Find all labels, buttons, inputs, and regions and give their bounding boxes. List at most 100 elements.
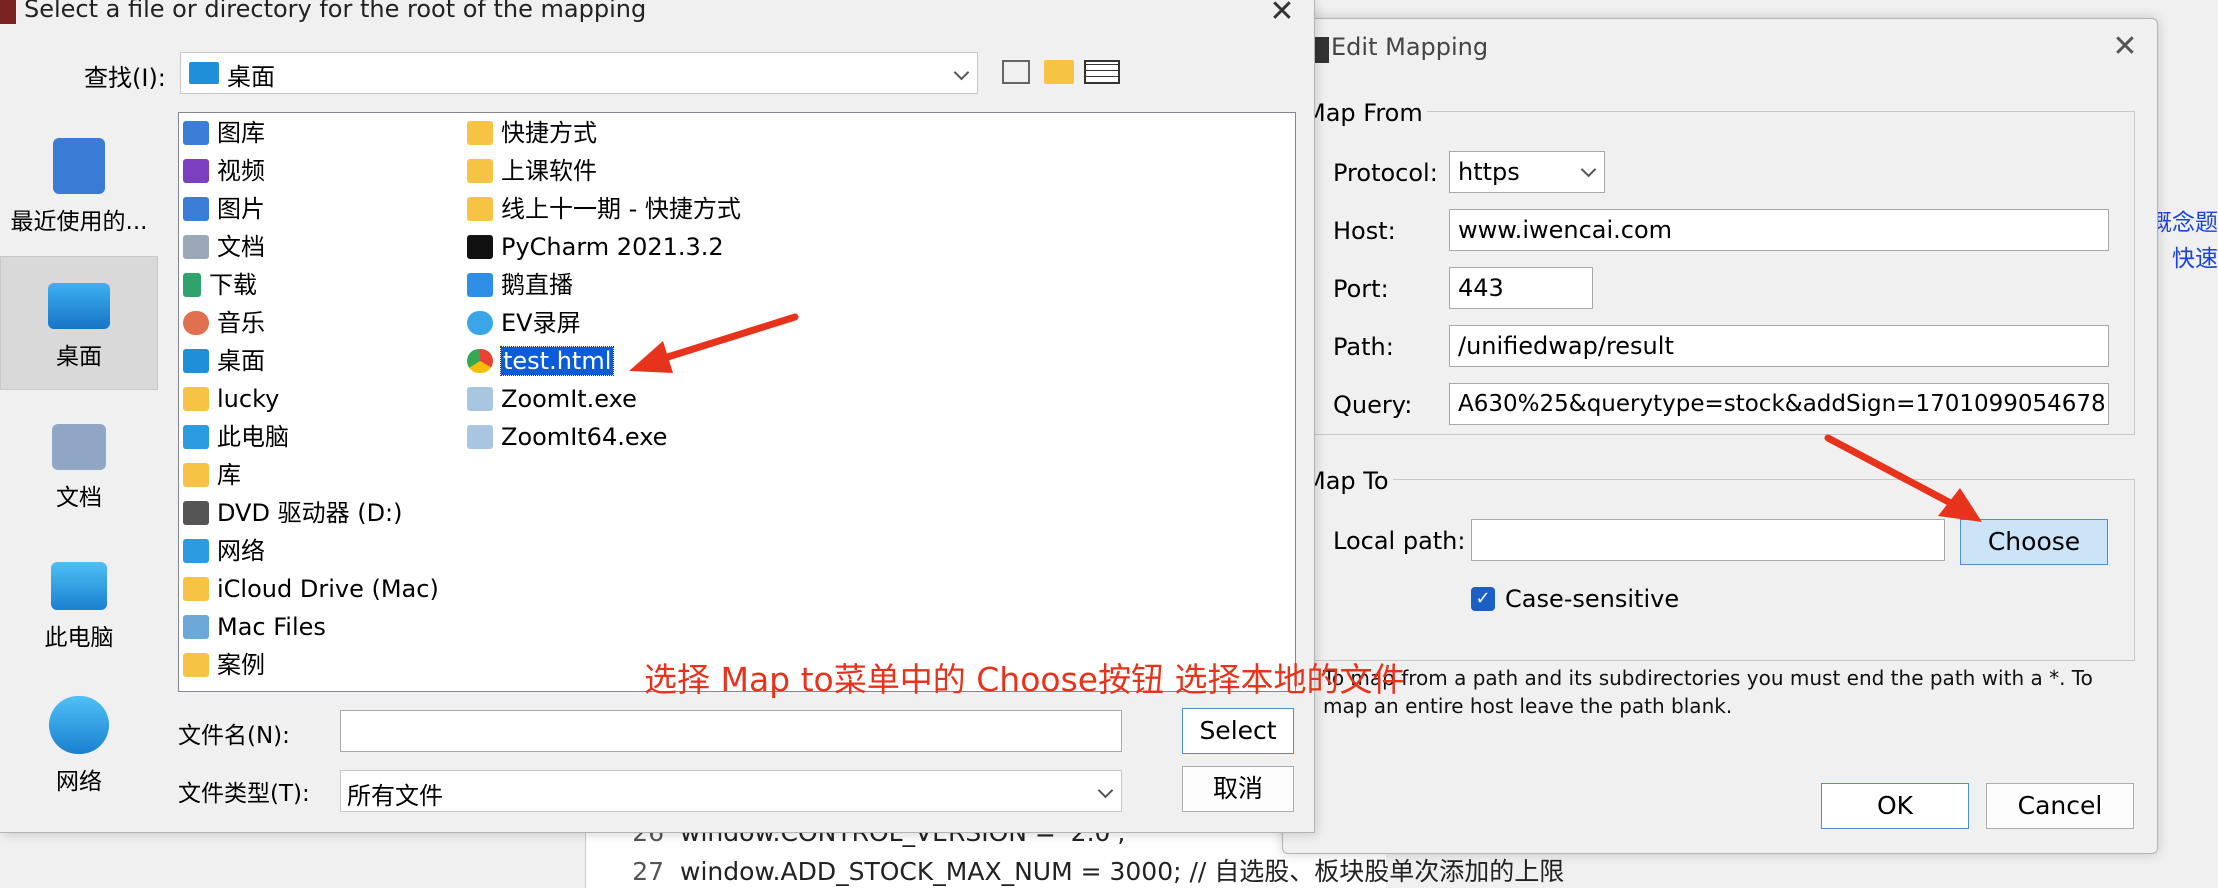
place-label: 最近使用的... (10, 209, 148, 235)
video-icon (183, 159, 209, 183)
file-list[interactable]: 图库 视频 图片 文档 下载 音乐 桌面 lucky 此电脑 库 DVD 驱动器… (178, 112, 1406, 699)
ok-button[interactable]: OK (1821, 783, 1969, 829)
place-label: 文档 (56, 485, 102, 511)
place-label: 此电脑 (44, 625, 114, 651)
map-from-label: Map From (1301, 99, 1427, 127)
list-item[interactable]: lucky (183, 381, 279, 415)
file-name: 案例 (217, 651, 265, 679)
list-item[interactable]: 快捷方式 (467, 115, 597, 149)
code-line: 27 window.ADD_STOCK_MAX_NUM = 3000; // 自选… (586, 852, 1586, 888)
computer-icon (51, 562, 107, 610)
checkbox-checked-icon[interactable]: ✓ (1471, 587, 1495, 611)
map-to-group (1305, 479, 2135, 661)
place-label: 桌面 (56, 344, 102, 370)
list-item[interactable]: DVD 驱动器 (D:) (183, 495, 403, 529)
app-icon (0, 0, 16, 24)
list-item[interactable]: 桌面 (183, 343, 265, 377)
list-item[interactable]: 此电脑 (183, 419, 289, 453)
view-menu-icon[interactable] (1084, 60, 1120, 84)
pycharm-icon (467, 235, 493, 259)
list-item[interactable]: EV录屏 (467, 305, 581, 339)
up-folder-icon[interactable] (1002, 60, 1030, 84)
chrome-icon (467, 349, 493, 373)
cancel-button[interactable]: 取消 (1182, 766, 1294, 812)
place-recent[interactable]: 最近使用的... (0, 138, 158, 236)
file-name: 音乐 (217, 309, 265, 337)
list-item[interactable]: ZoomIt64.exe (467, 419, 667, 453)
line-number: 27 (632, 857, 664, 886)
host-label: Host: (1333, 217, 1396, 245)
list-item[interactable]: 音乐 (183, 305, 265, 339)
folder-icon (183, 463, 209, 487)
shortcut-folder-icon (467, 197, 493, 221)
chevron-down-icon (1097, 782, 1114, 799)
documents-icon (52, 424, 106, 470)
list-item[interactable]: 线上十一期 - 快捷方式 (467, 191, 741, 225)
filename-input[interactable] (340, 710, 1122, 752)
port-input[interactable]: 443 (1449, 267, 1593, 309)
file-name: 桌面 (217, 347, 265, 375)
file-name: 图库 (217, 119, 265, 147)
file-name: DVD 驱动器 (D:) (217, 499, 403, 527)
annotation-text: 选择 Map to菜单中的 Choose按钮 选择本地的文件 (644, 660, 1406, 699)
network-icon (49, 696, 109, 754)
folder-icon (467, 159, 493, 183)
ev-recorder-icon (467, 311, 493, 335)
dialog-title: Edit Mapping (1331, 33, 1489, 61)
chevron-down-icon (1580, 161, 1597, 178)
list-item[interactable]: 视频 (183, 153, 265, 187)
gallery-icon (183, 121, 209, 145)
look-in-select[interactable]: 桌面 (180, 52, 978, 94)
edit-mapping-dialog: Edit Mapping ✕ Map From Protocol: https … (1282, 18, 2158, 854)
list-item-selected[interactable]: test.html (467, 343, 615, 377)
list-item[interactable]: 鹅直播 (467, 267, 573, 301)
zoomit-icon (467, 387, 493, 411)
list-item[interactable]: 图片 (183, 191, 265, 225)
list-item[interactable]: 库 (183, 457, 241, 491)
desktop-icon (48, 283, 110, 329)
file-name: iCloud Drive (Mac) (217, 575, 439, 603)
file-name: 上课软件 (501, 157, 597, 185)
list-item[interactable]: 案例 (183, 647, 265, 681)
list-item[interactable]: 图库 (183, 115, 265, 149)
close-icon[interactable]: ✕ (2105, 27, 2145, 67)
list-item[interactable]: Mac Files (183, 609, 326, 643)
computer-icon (183, 425, 209, 449)
host-input[interactable]: www.iwencai.com (1449, 209, 2109, 251)
list-item[interactable]: ZoomIt.exe (467, 381, 637, 415)
file-name: ZoomIt.exe (501, 385, 637, 413)
filetype-select[interactable]: 所有文件 (340, 770, 1122, 812)
query-input[interactable]: A630%25&querytype=stock&addSign=17010990… (1449, 383, 2109, 425)
folder-icon (183, 387, 209, 411)
new-folder-icon[interactable] (1044, 60, 1074, 84)
place-documents[interactable]: 文档 (0, 424, 158, 512)
filetype-value: 所有文件 (347, 782, 443, 810)
file-name: lucky (217, 385, 280, 413)
list-item[interactable]: 下载 (183, 267, 257, 301)
filename-label: 文件名(N): (178, 723, 290, 749)
place-desktop[interactable]: 桌面 (0, 256, 158, 390)
zoomit-icon (467, 425, 493, 449)
file-name: EV录屏 (501, 309, 581, 337)
list-item[interactable]: PyCharm 2021.3.2 (467, 229, 724, 263)
list-item[interactable]: iCloud Drive (Mac) (183, 571, 439, 605)
desktop-icon (189, 62, 219, 84)
list-item[interactable]: 网络 (183, 533, 265, 567)
place-computer[interactable]: 此电脑 (0, 562, 158, 652)
case-sensitive-label: Case-sensitive (1505, 585, 1680, 613)
close-icon[interactable]: ✕ (1262, 0, 1302, 34)
code-text: window.ADD_STOCK_MAX_NUM = 3000; // 自选股、… (680, 857, 1565, 886)
cancel-button[interactable]: Cancel (1986, 783, 2134, 829)
place-network[interactable]: 网络 (0, 696, 158, 796)
protocol-select[interactable]: https (1449, 151, 1605, 193)
picture-icon (183, 197, 209, 221)
file-name: PyCharm 2021.3.2 (501, 233, 724, 261)
dvd-drive-icon (183, 501, 209, 525)
folder-icon (183, 653, 209, 677)
path-input[interactable]: /unifiedwap/result (1449, 325, 2109, 367)
list-item[interactable]: 文档 (183, 229, 265, 263)
select-button[interactable]: Select (1182, 708, 1294, 754)
list-item[interactable]: 上课软件 (467, 153, 597, 187)
help-text: To map from a path and its subdirectorie… (1323, 666, 2093, 718)
file-name: 此电脑 (217, 423, 289, 451)
